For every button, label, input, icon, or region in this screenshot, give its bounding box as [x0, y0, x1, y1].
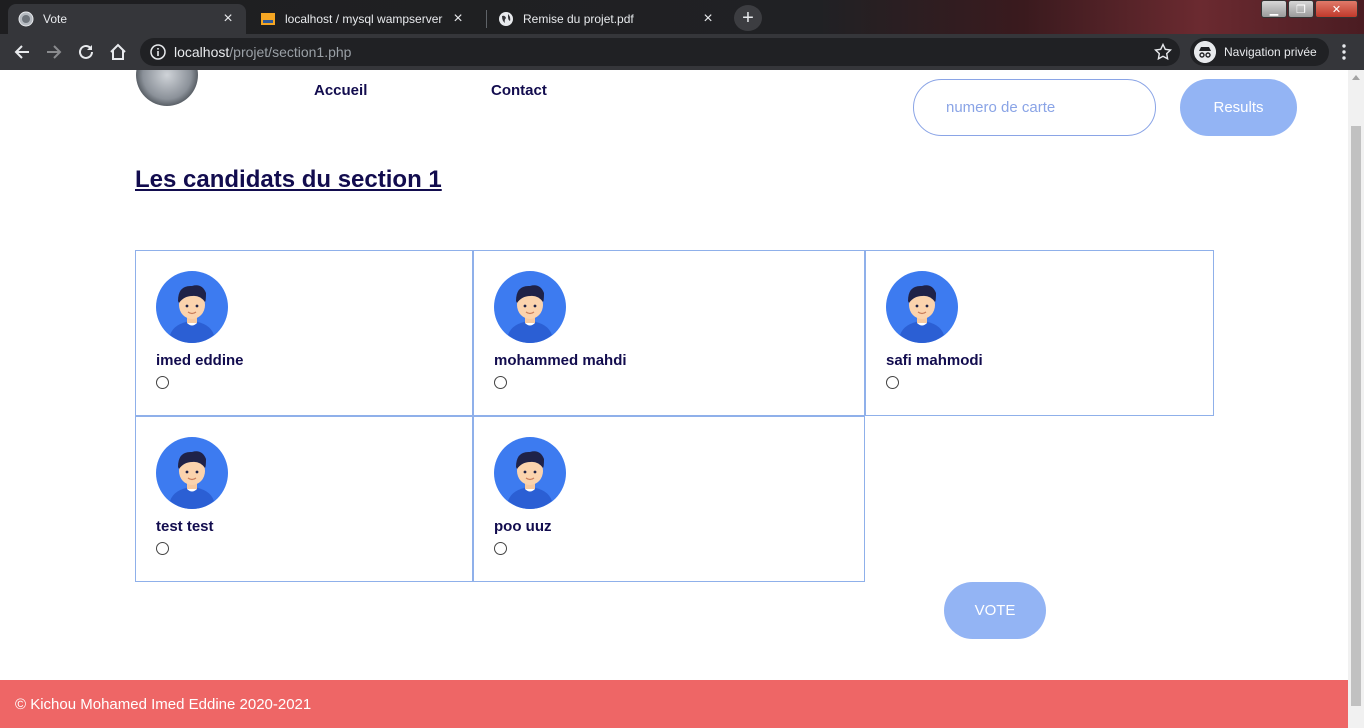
- candidate-card: test test: [135, 416, 473, 582]
- user-avatar-icon: [494, 271, 566, 343]
- incognito-indicator[interactable]: Navigation privée: [1190, 38, 1329, 66]
- tab-vote[interactable]: Vote ×: [8, 4, 246, 34]
- tab-title: Vote: [43, 12, 68, 26]
- tab-separator: [486, 10, 487, 28]
- window-controls: ▁ ❐ ✕: [1260, 0, 1358, 20]
- page-favicon-icon: [18, 11, 34, 27]
- tab-close-icon[interactable]: ×: [220, 11, 236, 27]
- tab-title: localhost / mysql wampserver / in: [285, 12, 444, 26]
- new-tab-button[interactable]: +: [734, 5, 762, 31]
- user-avatar-icon: [494, 437, 566, 509]
- browser-menu-icon[interactable]: [1334, 42, 1354, 62]
- page-title: Les candidats du section 1: [135, 166, 442, 193]
- user-avatar-icon: [156, 437, 228, 509]
- browser-toolbar: localhost/projet/section1.php Navigation…: [0, 34, 1364, 70]
- candidate-radio[interactable]: [494, 376, 507, 389]
- tab-title: Remise du projet.pdf: [523, 12, 634, 26]
- tab-phpmyadmin[interactable]: localhost / mysql wampserver / in ×: [250, 4, 476, 34]
- candidate-radio[interactable]: [156, 542, 169, 555]
- candidate-card: safi mahmodi: [865, 250, 1214, 416]
- card-number-input[interactable]: [913, 79, 1156, 136]
- url-path: /projet/section1.php: [229, 44, 352, 60]
- scrollbar-thumb[interactable]: [1351, 126, 1361, 706]
- info-icon[interactable]: [150, 44, 166, 60]
- page-scrollbar[interactable]: [1348, 70, 1364, 728]
- candidate-card: imed eddine: [135, 250, 473, 416]
- candidate-name: test test: [156, 518, 214, 535]
- page-viewport: Accueil Contact Results Les candidats du…: [0, 70, 1348, 728]
- candidate-radio[interactable]: [886, 376, 899, 389]
- nav-link-accueil[interactable]: Accueil: [314, 82, 367, 99]
- address-bar[interactable]: localhost/projet/section1.php: [140, 38, 1180, 66]
- candidate-radio[interactable]: [156, 376, 169, 389]
- candidate-name: poo uuz: [494, 518, 552, 535]
- candidate-name: mohammed mahdi: [494, 352, 627, 369]
- nav-link-contact[interactable]: Contact: [491, 82, 547, 99]
- reload-icon[interactable]: [74, 40, 98, 64]
- window-close-icon[interactable]: ✕: [1315, 0, 1358, 18]
- candidate-card: poo uuz: [473, 416, 865, 582]
- forward-icon[interactable]: [42, 40, 66, 64]
- incognito-icon: [1194, 41, 1216, 63]
- phpmyadmin-favicon-icon: [261, 13, 275, 25]
- incognito-label: Navigation privée: [1224, 45, 1317, 59]
- scroll-up-icon[interactable]: [1352, 75, 1360, 80]
- home-icon[interactable]: [106, 40, 130, 64]
- candidate-radio[interactable]: [494, 542, 507, 555]
- globe-icon: [499, 12, 513, 26]
- maximize-icon[interactable]: ❐: [1288, 0, 1314, 18]
- back-icon[interactable]: [10, 40, 34, 64]
- user-avatar-icon: [886, 271, 958, 343]
- url-host: localhost: [174, 44, 230, 60]
- site-logo[interactable]: [136, 70, 198, 106]
- bookmark-star-icon[interactable]: [1154, 43, 1172, 61]
- footer: © Kichou Mohamed Imed Eddine 2020-2021: [0, 680, 1348, 728]
- tab-close-icon[interactable]: ×: [700, 11, 716, 27]
- tab-close-icon[interactable]: ×: [450, 11, 466, 27]
- footer-copyright: © Kichou Mohamed Imed Eddine 2020-2021: [15, 695, 312, 713]
- browser-tab-strip: Vote × localhost / mysql wampserver / in…: [0, 0, 1364, 34]
- vote-button[interactable]: VOTE: [944, 582, 1046, 639]
- tab-pdf[interactable]: Remise du projet.pdf ×: [488, 4, 726, 34]
- candidate-name: imed eddine: [156, 352, 244, 369]
- results-button[interactable]: Results: [1180, 79, 1297, 136]
- user-avatar-icon: [156, 271, 228, 343]
- candidate-card: mohammed mahdi: [473, 250, 865, 416]
- minimize-icon[interactable]: ▁: [1261, 0, 1287, 18]
- candidate-name: safi mahmodi: [886, 352, 983, 369]
